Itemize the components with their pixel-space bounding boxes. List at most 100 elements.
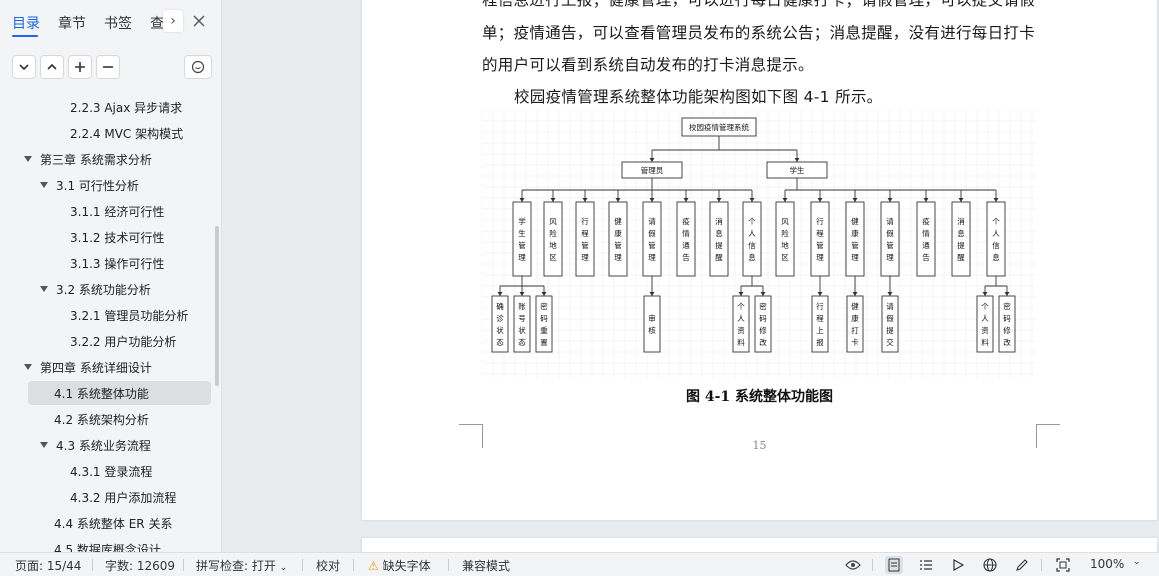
diagram-box [575,201,595,277]
fit-page-button[interactable] [1054,556,1072,574]
diagram-label: 理 [886,253,894,262]
toc-item[interactable]: 3.1.1 经济可行性 [0,199,210,223]
diagram-label: 校园疫情管理系统 [689,122,749,132]
list-icon [920,560,932,570]
toc-item-label: 4.3.2 用户添加流程 [70,490,177,505]
missing-font-button[interactable]: ⚠ 缺失字体 [368,557,431,574]
diagram-label: 修 [1003,325,1011,335]
tab-bookmarks[interactable]: 书签 [104,13,132,33]
diagram-label: 料 [981,337,989,347]
tab-scroll-right-button[interactable]: › [163,10,183,32]
proofread-button[interactable]: 校对 [316,557,340,574]
diagram-label: 确 [496,301,504,311]
expand-caret-icon[interactable] [40,286,48,292]
toc-item-label: 第三章 系统需求分析 [40,152,152,167]
toc-item[interactable]: 4.3.1 登录流程 [0,459,210,483]
diagram-label: 管 [614,240,622,250]
page-view-button[interactable] [885,556,903,574]
page-number: 15 [752,439,767,452]
page-indicator[interactable]: 页面: 15/44 [15,557,81,574]
diagram-label: 个 [981,302,989,311]
remove-heading-button[interactable] [96,55,120,79]
body-text-line: 校园疫情管理系统整体功能架构图如下图 4-1 所示。 [514,88,883,106]
document-page: 程信息进行上报；健康管理，可以进行每日健康打卡；请假管理，可以提交请假 单；疫情… [362,0,1157,520]
toc-item[interactable]: 3.2.2 用户功能分析 [0,329,210,353]
diagram-label: 管 [816,240,824,250]
spell-check-toggle[interactable]: 拼写检查: 打开 ⌄ [196,557,287,574]
diagram-label: 假 [886,229,894,238]
diagram-label: 理 [851,253,859,262]
toc-item[interactable]: 3.2.1 管理员功能分析 [0,303,210,327]
toc-item-label: 4.2 系统架构分析 [54,412,149,427]
arrow-head [716,198,722,202]
toc-item[interactable]: 3.1.3 操作可行性 [0,251,210,275]
toc-item[interactable]: 2.2.4 MVC 架构模式 [0,121,210,145]
diagram-label: 卡 [851,337,859,347]
diagram-label: 态 [518,337,526,347]
toc-item[interactable]: 4.1 系统整体功能 [28,381,211,405]
diagram-label: 理 [518,253,526,262]
arrow-head [738,292,744,296]
diagram-label: 假 [886,314,894,323]
toc-item[interactable]: 第四章 系统详细设计 [0,355,210,379]
tab-chapters[interactable]: 章节 [58,13,86,33]
toc-item[interactable]: 3.1 可行性分析 [0,173,210,197]
outline-view-button[interactable] [917,556,935,574]
arrow-head [519,198,525,202]
toc-item[interactable]: 4.5 数据库概念设计 [0,537,210,553]
pen-button[interactable] [1013,556,1031,574]
diagram-label: 区 [781,253,789,262]
expand-caret-icon[interactable] [40,182,48,188]
toc-item[interactable]: 2.2.3 Ajax 异步请求 [0,95,210,119]
smart-toc-button[interactable] [184,55,212,79]
sidebar-scrollbar[interactable] [215,226,219,386]
warning-icon: ⚠ [368,559,379,573]
play-slideshow-button[interactable] [949,556,967,574]
toc-item[interactable]: 4.3 系统业务流程 [0,433,210,457]
toc-item-label: 4.3 系统业务流程 [56,438,151,453]
toc-item[interactable]: 4.3.2 用户添加流程 [0,485,210,509]
arrow-head [649,198,655,202]
page-view-icon [888,558,900,572]
expand-caret-icon[interactable] [24,156,32,162]
expand-caret-icon[interactable] [24,364,32,370]
zoom-dropdown-icon[interactable]: ⌄ [1133,557,1141,567]
zoom-level[interactable]: 100% [1090,557,1124,571]
diagram-label: 消 [957,216,965,226]
toc-item-label: 4.3.1 登录流程 [70,464,153,479]
eye-protection-button[interactable] [844,556,862,574]
diagram-label: 险 [781,228,789,238]
diagram-label: 行 [816,301,824,311]
toc-item[interactable]: 4.4 系统整体 ER 关系 [0,511,210,535]
diagram-label: 地 [781,240,789,250]
collapse-all-button[interactable] [12,55,36,79]
expand-caret-icon[interactable] [40,442,48,448]
diagram-label: 区 [549,253,557,262]
expand-up-button[interactable] [40,55,64,79]
toc-item[interactable]: 4.2 系统架构分析 [0,407,210,431]
diagram-label: 健 [851,301,859,311]
arrow-head [923,198,929,202]
word-count[interactable]: 字数: 12609 [105,557,175,574]
diagram-label: 健 [614,216,622,226]
diagram-label: 置 [540,338,548,347]
diagram-label: 疫 [922,216,930,226]
chevron-down-icon [19,64,29,71]
diagram-label: 管 [886,240,894,250]
toc-item[interactable]: 第三章 系统需求分析 [0,147,210,171]
diagram-label: 提 [957,240,965,250]
toc-item[interactable]: 3.2 系统功能分析 [0,277,210,301]
tab-search[interactable]: 查 [150,13,164,33]
web-view-button[interactable] [981,556,999,574]
diagram-box [880,201,900,277]
arrow-head [887,292,893,296]
add-heading-button[interactable] [68,55,92,79]
arrow-head [749,198,755,202]
diagram-label: 管 [581,240,589,250]
close-sidebar-button[interactable] [190,12,208,30]
toc-item[interactable]: 3.1.2 技术可行性 [0,225,210,249]
diagram-label: 程 [581,229,589,238]
arrow-head [649,292,655,296]
tab-contents[interactable]: 目录 [12,13,40,33]
diagram-box [951,201,971,277]
